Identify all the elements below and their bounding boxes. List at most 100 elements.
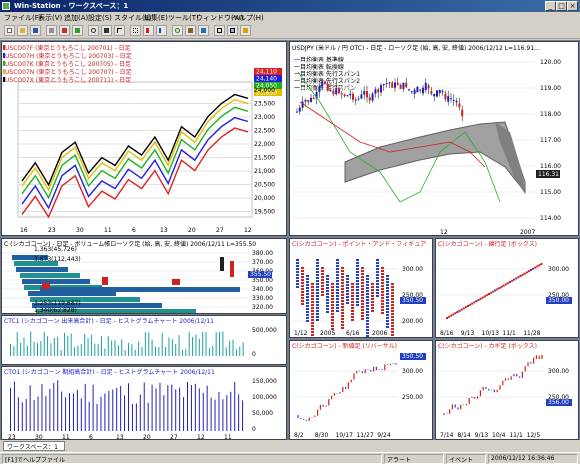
histogram-bar — [53, 383, 55, 431]
pf-box — [306, 314, 309, 316]
candle-icon[interactable] — [143, 25, 154, 36]
window-tile-icon[interactable] — [214, 25, 225, 36]
renko-brick — [498, 287, 501, 289]
three-line-break-panel[interactable]: C(シカゴコーン) - 新値足 (リバーサル) 300.00 250.00 350.5… — [289, 340, 433, 440]
pf-box — [321, 282, 324, 284]
pf-box — [346, 296, 349, 298]
status-alert[interactable]: アラート — [384, 454, 444, 464]
renko-panel[interactable]: C(シカゴコーン) - 練行足 (ボックス) 300.00 250.00 350.00… — [435, 238, 579, 338]
pf-box — [381, 279, 384, 281]
pf-box — [331, 307, 334, 309]
pf-box — [386, 293, 389, 295]
bar-icon[interactable] — [156, 25, 167, 36]
tab-workspace-1[interactable]: ワークスペース：1 — [3, 441, 65, 451]
pf-box — [311, 286, 314, 288]
pf-box — [331, 325, 334, 327]
menu-file[interactable]: ファイル(F) — [4, 13, 42, 23]
pf-box — [366, 323, 369, 325]
volume-histogram-panel[interactable]: CTC1 (シカゴコーン 出来高合計) - 日足 - ヒストグラムチャート 20… — [1, 315, 287, 365]
legend-entry: USCO07N (東京とうもろこし 200707) - 日足 — [5, 68, 132, 76]
new-icon[interactable] — [4, 25, 15, 36]
histogram-bar — [181, 349, 183, 356]
kagi-panel[interactable]: C(シカゴコーン) - カギ足 (ボックス) 300.00 250.00 356.00… — [435, 340, 579, 440]
histogram-bar — [33, 399, 35, 431]
pf-box — [296, 265, 299, 267]
x-tick-label: 27 — [216, 227, 224, 234]
pf-box — [336, 268, 339, 270]
close-button[interactable]: × — [567, 1, 578, 11]
menu-add[interactable]: 追加(A) — [64, 13, 88, 23]
menu-tools[interactable]: ツール(T) — [168, 13, 199, 23]
pf-box — [306, 290, 309, 292]
menu-view[interactable]: 表示(V) — [38, 13, 62, 23]
histogram-bar — [148, 332, 150, 356]
pf-box — [356, 295, 359, 297]
histogram-bar — [234, 382, 236, 431]
pf-box — [306, 293, 309, 295]
menu-help[interactable]: ヘルプ(H) — [232, 13, 264, 23]
pf-box — [366, 314, 369, 316]
refresh-icon[interactable] — [172, 25, 183, 36]
point-figure-panel[interactable]: C(シカゴコーン) - ポイント・アンド・フィギュア 300.00 250.00 20… — [289, 238, 433, 338]
pf-box — [306, 287, 309, 289]
settings-icon[interactable] — [185, 25, 196, 36]
pf-box — [316, 274, 319, 276]
pf-box — [391, 322, 394, 324]
zoom-icon[interactable] — [88, 25, 99, 36]
candle — [349, 93, 352, 96]
pf-box — [376, 286, 379, 288]
y-tick-label: 50,000 — [252, 410, 273, 417]
pf-box — [366, 296, 369, 298]
minimize-button[interactable]: _ — [545, 1, 556, 11]
status-event[interactable]: イベント — [446, 454, 486, 464]
pf-box — [371, 283, 374, 285]
histogram-bar — [143, 382, 145, 431]
y-tick-label: 116.00 — [540, 163, 561, 170]
usdjpy-panel[interactable]: USDJPY (米ドル / 円 OTC) - 日足 - ローソク足 (始, 高,… — [289, 41, 579, 236]
pf-box — [376, 262, 379, 264]
candle — [346, 95, 349, 97]
chart-icon[interactable] — [59, 25, 70, 36]
pf-box — [326, 305, 329, 307]
pf-box — [301, 291, 304, 293]
grid-icon[interactable] — [130, 25, 141, 36]
histogram-bar — [60, 350, 62, 356]
pf-box — [386, 305, 389, 307]
pf-box — [361, 279, 364, 281]
line-icon[interactable] — [72, 25, 83, 36]
pf-box — [311, 304, 314, 306]
candle — [329, 90, 332, 92]
pf-box — [376, 259, 379, 261]
pf-box — [296, 271, 299, 273]
corn-futures-panel[interactable]: USCO07F (東京とうもろこし 200701) - 日足 USCO07H (東… — [1, 41, 287, 236]
pf-box — [381, 303, 384, 305]
histogram-bar — [141, 347, 143, 356]
save-icon[interactable] — [30, 25, 41, 36]
pf-box — [331, 328, 334, 330]
menu-edit[interactable]: 編集(E) — [144, 13, 168, 23]
window-cascade-icon[interactable] — [227, 25, 238, 36]
help-icon[interactable] — [198, 25, 209, 36]
histogram-bar — [159, 382, 161, 431]
pf-box — [381, 309, 384, 311]
pf-box — [381, 285, 384, 287]
pf-box — [331, 313, 334, 315]
pf-box — [386, 296, 389, 298]
crosshair-icon[interactable] — [114, 25, 125, 36]
pf-box — [321, 288, 324, 290]
print-icon[interactable] — [46, 25, 57, 36]
open-icon[interactable] — [17, 25, 28, 36]
candle — [427, 85, 430, 89]
pf-box — [356, 292, 359, 294]
cursor-icon[interactable] — [101, 25, 112, 36]
alert-icon[interactable] — [240, 25, 251, 36]
renko-brick — [462, 307, 465, 310]
x-tick-label: 8/30 — [315, 432, 329, 439]
app-window: Win-Station - ワークスペース：1 _ □ × ファイル(F) 表示… — [0, 0, 580, 464]
menu-settings[interactable]: 設定(S) — [88, 13, 112, 23]
maximize-button[interactable]: □ — [556, 1, 567, 11]
pf-box — [356, 268, 359, 270]
candle — [357, 98, 360, 100]
open-interest-histogram-panel[interactable]: CTO1 (シカゴコーン 期組高合計) - 日足 - ヒストグラムチャート 20… — [1, 366, 287, 440]
cbot-corn-panel[interactable]: C (シカゴコーン) - 日足 - ボリューム帳ローソク足 (始, 高, 安, … — [1, 238, 287, 314]
